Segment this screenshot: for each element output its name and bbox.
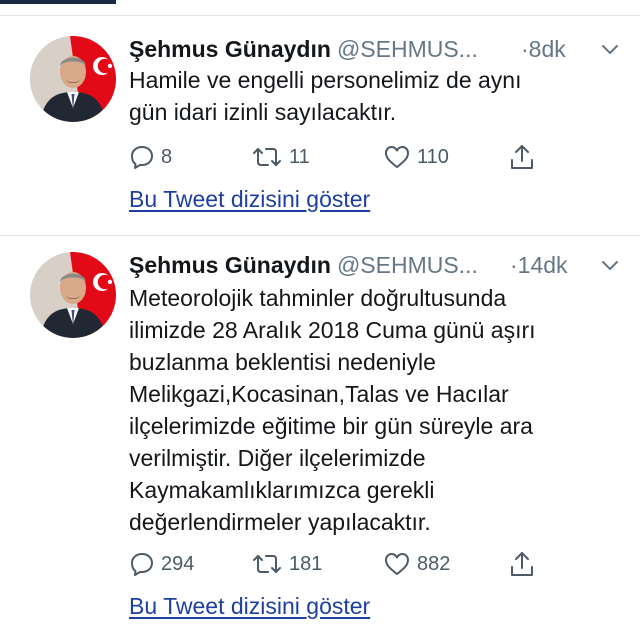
tweet-text-line: verilmiştir. Diğer ilçelerimizde xyxy=(129,445,426,471)
reply-icon xyxy=(131,146,153,169)
retweet-button[interactable]: 11 xyxy=(251,142,310,172)
tweet-text-line: Meteorolojik tahminler doğrultusunda xyxy=(129,285,507,311)
chevron-down-icon[interactable] xyxy=(601,42,619,56)
author-handle[interactable]: @SEHMUS... xyxy=(337,252,478,278)
reply-icon xyxy=(131,553,153,576)
avatar-image xyxy=(30,36,116,122)
share-icon xyxy=(511,145,533,169)
reply-button[interactable]: 8 xyxy=(129,142,172,172)
reply-count: 294 xyxy=(161,552,195,575)
retweet-button[interactable]: 181 xyxy=(251,549,322,579)
tweet-text-line: Melikgazi,Kocasinan,Talas ve Hacılar xyxy=(129,381,509,407)
like-count: 882 xyxy=(417,552,451,575)
retweet-icon xyxy=(253,555,281,573)
tweet-text: Meteorolojik tahminler doğrultusunda ili… xyxy=(129,282,536,538)
share-button[interactable] xyxy=(509,549,535,579)
tweet-1[interactable]: Şehmus Günaydın @SEHMUS... ·8dk Hamile ve… xyxy=(0,0,640,235)
retweet-count: 181 xyxy=(289,552,323,575)
author-name[interactable]: Şehmus Günaydın xyxy=(129,252,331,278)
tweet-2[interactable]: Şehmus Günaydın @SEHMUS... ·14dk Meteorol… xyxy=(0,236,640,632)
avatar[interactable] xyxy=(30,36,116,122)
chevron-down-icon[interactable] xyxy=(601,258,619,272)
tweet-text-line: Kaymakamlıklarımızca gerekli xyxy=(129,477,435,503)
show-thread-link[interactable]: Bu Tweet dizisini göster xyxy=(129,186,370,213)
tweet-text-line: buzlanma beklentisi nedeniyle xyxy=(129,349,436,375)
reply-count: 8 xyxy=(161,145,173,168)
tweet-text-line: değerlendirmeler yapılacaktır. xyxy=(129,509,431,535)
tweet-actions: 8 11 110 xyxy=(129,142,549,172)
tweet-text-line: Hamile ve engelli personelimiz de aynı xyxy=(129,67,522,93)
avatar-image xyxy=(30,252,116,338)
tweet-text-line: ilimizde 28 Aralık 2018 Cuma günü aşırı xyxy=(129,317,536,343)
like-button[interactable]: 110 xyxy=(383,142,449,172)
tweet-text: Hamile ve engelli personelimiz de aynı g… xyxy=(129,64,521,128)
heart-icon xyxy=(385,146,409,168)
reply-button[interactable]: 294 xyxy=(129,549,194,579)
timestamp[interactable]: ·14dk xyxy=(510,250,568,280)
avatar[interactable] xyxy=(30,252,116,338)
tweet-header: Şehmus Günaydın @SEHMUS... ·14dk xyxy=(129,250,619,280)
author-name[interactable]: Şehmus Günaydın xyxy=(129,36,331,62)
author-handle[interactable]: @SEHMUS... xyxy=(337,36,478,62)
heart-icon xyxy=(385,553,409,575)
retweet-icon xyxy=(253,148,281,166)
share-icon xyxy=(511,552,533,576)
tweet-text-line: ilçelerimizde eğitime bir gün süreyle ar… xyxy=(129,413,533,439)
tweet-text-line: gün idari izinli sayılacaktır. xyxy=(129,99,397,125)
share-button[interactable] xyxy=(509,142,535,172)
like-button[interactable]: 882 xyxy=(383,549,450,579)
like-count: 110 xyxy=(417,145,449,168)
retweet-count: 11 xyxy=(289,145,310,168)
tweet-header: Şehmus Günaydın @SEHMUS... ·8dk xyxy=(129,34,619,64)
timestamp[interactable]: ·8dk xyxy=(521,34,566,64)
tweet-actions: 294 181 882 xyxy=(129,549,549,579)
show-thread-link[interactable]: Bu Tweet dizisini göster xyxy=(129,593,370,620)
